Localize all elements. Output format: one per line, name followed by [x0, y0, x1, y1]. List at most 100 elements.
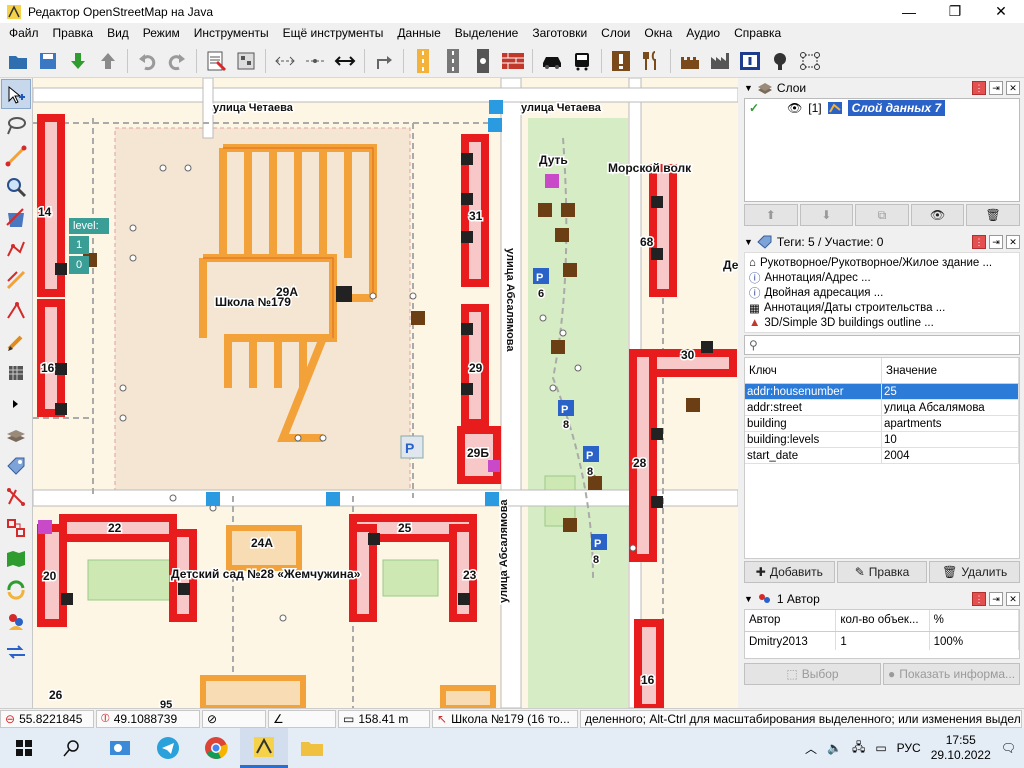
car-icon[interactable]	[538, 47, 566, 75]
network-icon[interactable]: 🖧	[852, 738, 865, 759]
castle-icon[interactable]	[676, 47, 704, 75]
table-row[interactable]: addr:street улица Абсалямова	[745, 400, 1019, 416]
menu-selection[interactable]: Выделение	[448, 23, 526, 44]
taskbar-app-chrome[interactable]	[192, 728, 240, 768]
preset-item[interactable]: ▲ 3D/Simple 3D buildings outline ...	[745, 315, 1019, 330]
bus-icon[interactable]	[568, 47, 596, 75]
move-up-icon[interactable]: ⬆	[744, 204, 798, 226]
preset-item[interactable]: ⓘ Аннотация/Адрес ...	[745, 270, 1019, 285]
info-point-icon[interactable]	[607, 47, 635, 75]
members-toggle-icon[interactable]	[1, 513, 31, 543]
menu-data[interactable]: Данные	[390, 23, 447, 44]
menu-view[interactable]: Вид	[100, 23, 136, 44]
maximize-button[interactable]: ❐	[932, 0, 978, 23]
column-key[interactable]: Ключ	[745, 358, 882, 383]
active-check-icon[interactable]: ✓	[749, 101, 759, 115]
redo-icon[interactable]	[163, 47, 191, 75]
refresh-toggle-icon[interactable]	[1, 575, 31, 605]
expand-arrow-icon[interactable]	[1, 389, 31, 419]
open-file-icon[interactable]	[4, 47, 32, 75]
column-value[interactable]: Значение	[882, 358, 1019, 383]
tag-value[interactable]: 2004	[882, 448, 1019, 463]
preset-item[interactable]: ⓘ Двойная адресация ...	[745, 285, 1019, 300]
tree-icon[interactable]	[766, 47, 794, 75]
building-tool-icon[interactable]	[1, 358, 31, 388]
map-canvas[interactable]: P P P P P улица Четаева улица Четаева Шк…	[33, 78, 738, 708]
relation-icon[interactable]	[796, 47, 824, 75]
layer-row[interactable]: ✓ 👁 [1] Слой данных 7	[745, 99, 1019, 117]
tags-toggle-icon[interactable]	[1, 451, 31, 481]
save-icon[interactable]	[34, 47, 62, 75]
reverse-way-icon[interactable]	[331, 47, 359, 75]
tag-key[interactable]: building:levels	[745, 432, 882, 447]
taskbar-app-explorer-search[interactable]	[96, 728, 144, 768]
panel-detach-icon[interactable]: ⇥	[989, 81, 1003, 95]
preset-item[interactable]: ⌂ Рукотворное/Рукотворное/Жилое здание ..…	[745, 255, 1019, 270]
table-row[interactable]: Dmitry2013 1 100%	[745, 632, 1019, 650]
extrude-icon[interactable]	[1, 234, 31, 264]
select-mode-icon[interactable]	[1, 79, 31, 109]
preset-item[interactable]: ▦ Аннотация/Даты строительства ...	[745, 300, 1019, 315]
undo-icon[interactable]	[133, 47, 161, 75]
draw-mode-icon[interactable]	[1, 141, 31, 171]
notifications-icon[interactable]: 🗨	[1001, 741, 1016, 755]
factory-icon[interactable]	[706, 47, 734, 75]
authors-toggle-icon[interactable]	[1, 606, 31, 636]
panel-detach-icon[interactable]: ⇥	[989, 235, 1003, 249]
brick-wall-icon[interactable]	[499, 47, 527, 75]
search-button[interactable]	[48, 728, 96, 768]
chevron-up-icon[interactable]: ︿	[805, 740, 817, 757]
menu-presets[interactable]: Заготовки	[525, 23, 594, 44]
road-gray-icon[interactable]	[439, 47, 467, 75]
tag-value[interactable]: улица Абсалямова	[882, 400, 1019, 415]
menu-windows[interactable]: Окна	[637, 23, 679, 44]
layer-name[interactable]: Слой данных 7	[847, 100, 946, 116]
edit-tag-button[interactable]: ✎ Правка	[836, 561, 928, 583]
taskbar-app-josm[interactable]	[240, 728, 288, 768]
food-icon[interactable]	[637, 47, 665, 75]
turn-arrow-icon[interactable]	[370, 47, 398, 75]
delete-mode-icon[interactable]	[1, 203, 31, 233]
volume-icon[interactable]: 🔈	[827, 741, 842, 755]
info-board-icon[interactable]	[736, 47, 764, 75]
menu-help[interactable]: Справка	[727, 23, 788, 44]
preferences-icon[interactable]	[202, 47, 230, 75]
relations-toggle-icon[interactable]	[1, 482, 31, 512]
delete-layer-icon[interactable]: 🗑	[966, 204, 1020, 226]
tag-key[interactable]: start_date	[745, 448, 882, 463]
upload-icon[interactable]	[94, 47, 122, 75]
menu-mode[interactable]: Режим	[136, 23, 187, 44]
panel-settings-icon[interactable]: ⋮	[972, 81, 986, 95]
panel-settings-icon[interactable]: ⋮	[972, 235, 986, 249]
select-author-button[interactable]: ⬚ Выбор	[744, 663, 881, 685]
parallel-icon[interactable]	[1, 265, 31, 295]
authors-dialog-header[interactable]: ▼ 1 Автор ⋮ ⇥ ✕	[740, 589, 1024, 609]
pencil-icon[interactable]	[1, 327, 31, 357]
column-author[interactable]: Автор	[745, 610, 837, 631]
show-info-button[interactable]: ● Показать информа...	[883, 663, 1020, 685]
download-icon[interactable]	[64, 47, 92, 75]
menu-edit[interactable]: Правка	[46, 23, 101, 44]
tag-value[interactable]: 10	[882, 432, 1019, 447]
tag-value[interactable]: apartments	[882, 416, 1019, 431]
panel-close-icon[interactable]: ✕	[1006, 81, 1020, 95]
visibility-eye-icon[interactable]: 👁	[787, 101, 802, 115]
wms-icon[interactable]	[232, 47, 260, 75]
layers-dialog-header[interactable]: ▼ Слои ⋮ ⇥ ✕	[740, 78, 1024, 98]
tag-value[interactable]: 25	[882, 384, 1019, 399]
tag-search-input[interactable]: ⚲	[744, 335, 1020, 355]
collapse-triangle-icon[interactable]: ▼	[744, 594, 753, 604]
tag-key[interactable]: addr:housenumber	[745, 384, 882, 399]
road-dark-icon[interactable]	[469, 47, 497, 75]
language-indicator[interactable]: РУС	[897, 741, 921, 755]
tag-key[interactable]: building	[745, 416, 882, 431]
merge-layers-icon[interactable]: ⧉	[855, 204, 909, 226]
start-button[interactable]	[0, 728, 48, 768]
taskbar-app-explorer[interactable]	[288, 728, 336, 768]
split-way-icon[interactable]	[271, 47, 299, 75]
table-row[interactable]: building apartments	[745, 416, 1019, 432]
changesets-toggle-icon[interactable]	[1, 637, 31, 667]
lasso-mode-icon[interactable]	[1, 110, 31, 140]
panel-close-icon[interactable]: ✕	[1006, 592, 1020, 606]
tags-dialog-header[interactable]: ▼ Теги: 5 / Участие: 0 ⋮ ⇥ ✕	[740, 232, 1024, 252]
